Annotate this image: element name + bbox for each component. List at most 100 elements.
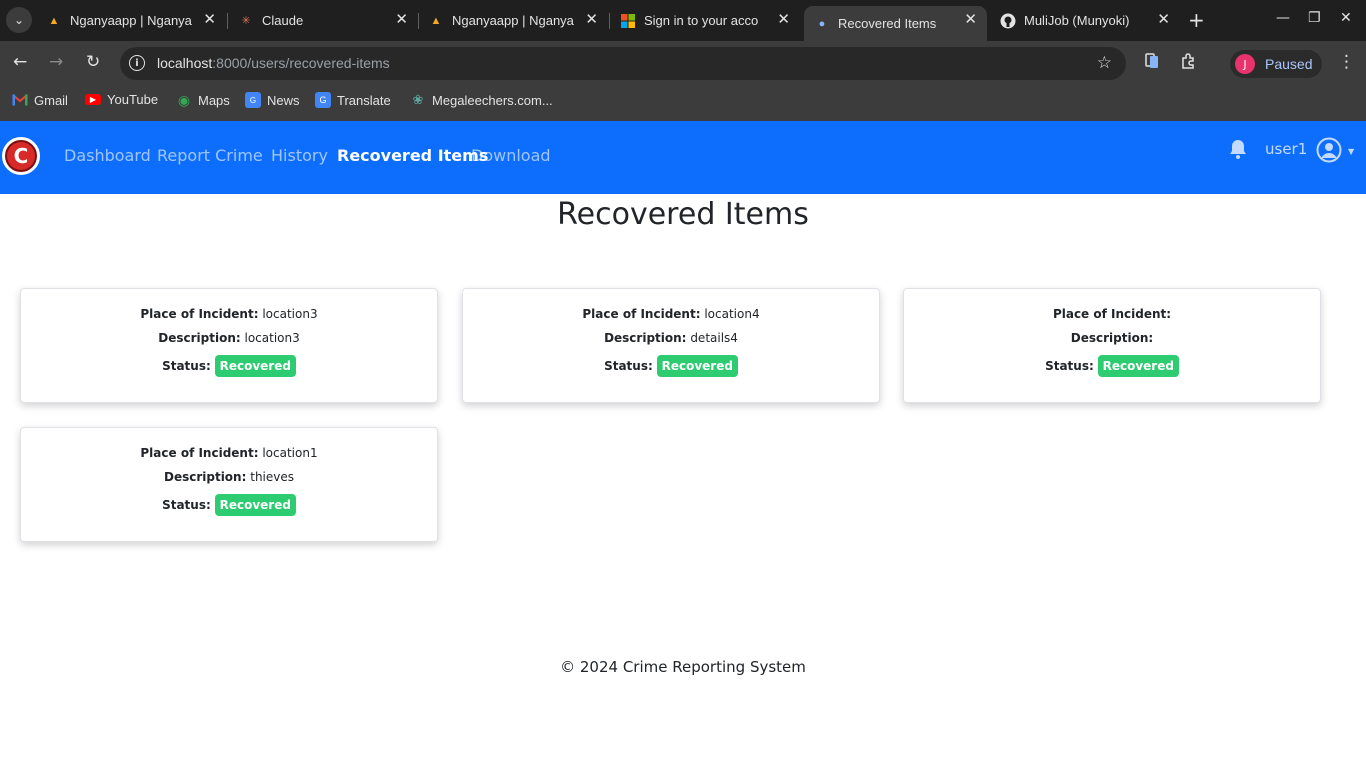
profile-button[interactable]: J Paused [1230, 50, 1322, 78]
browser-tab[interactable]: ▲ Nganyaapp | Nganya ✕ [428, 0, 608, 41]
close-icon[interactable]: ✕ [964, 12, 977, 28]
close-icon[interactable]: ✕ [203, 12, 216, 28]
nav-dashboard[interactable]: Dashboard [64, 146, 151, 165]
recovered-item-card: Place of Incident: Description: Status: … [903, 288, 1321, 403]
restore-icon[interactable]: ❐ [1308, 10, 1321, 26]
bookmark-label: News [267, 92, 300, 108]
place-row: Place of Incident: [904, 307, 1320, 321]
back-icon[interactable]: ← [13, 52, 27, 72]
nav-recovered-items[interactable]: Recovered Items [337, 146, 488, 165]
username[interactable]: user1 [1265, 140, 1307, 158]
url-path: :8000/users/recovered-items [212, 55, 390, 71]
nav-report-crime[interactable]: Report Crime [157, 146, 263, 165]
tab-divider [609, 13, 610, 29]
close-icon[interactable]: ✕ [395, 12, 408, 28]
status-badge: Recovered [214, 355, 296, 377]
tab-title: MuliJob (Munyoki) [1024, 13, 1130, 28]
description-label: Description: [1070, 331, 1154, 345]
status-badge: Recovered [656, 355, 738, 377]
description-value: location3 [244, 331, 300, 345]
description-row: Description: [904, 331, 1320, 345]
browser-menu-icon[interactable]: ⋮ [1338, 52, 1355, 72]
recovered-item-card: Place of Incident: location4 Description… [462, 288, 880, 403]
browser-tab[interactable]: Sign in to your acco ✕ [620, 0, 800, 41]
news-icon: G [245, 92, 261, 108]
claude-icon: ✳ [241, 15, 251, 27]
description-label: Description: [163, 470, 247, 484]
bookmark-translate[interactable]: G Translate [315, 92, 391, 108]
nav-download[interactable]: Download [471, 146, 551, 165]
browser-tab[interactable]: ▲ Nganyaapp | Nganya ✕ [46, 0, 226, 41]
place-value: location1 [262, 446, 318, 460]
recovered-item-card: Place of Incident: location1 Description… [20, 427, 438, 542]
address-bar[interactable]: i localhost:8000/users/recovered-items ☆ [120, 47, 1126, 80]
description-row: Description: details4 [463, 331, 879, 345]
reload-icon[interactable]: ↻ [86, 52, 100, 72]
status-label: Status: [162, 359, 211, 373]
status-row: Status: Recovered [21, 494, 437, 516]
tab-title: Claude [262, 13, 304, 28]
tab-divider [418, 13, 419, 29]
youtube-icon: ▶ [85, 94, 101, 105]
bookmark-megaleechers[interactable]: ❀ Megaleechers.com... [410, 92, 553, 108]
bookmark-label: Megaleechers.com... [432, 92, 553, 108]
description-row: Description: thieves [21, 470, 437, 484]
status-label: Status: [604, 359, 653, 373]
place-value: location3 [262, 307, 318, 321]
page-title: Recovered Items [557, 197, 809, 232]
place-value: location4 [704, 307, 760, 321]
description-value: details4 [690, 331, 738, 345]
bookmark-gmail[interactable]: Gmail [12, 92, 68, 108]
close-icon[interactable]: ✕ [585, 12, 598, 28]
tab-title: Nganyaapp | Nganya [452, 13, 574, 28]
description-value: thieves [250, 470, 294, 484]
chevron-down-icon[interactable]: ▼ [1348, 147, 1354, 156]
bookmark-youtube[interactable]: ▶ YouTube [85, 92, 158, 107]
place-label: Place of Incident: [140, 446, 259, 460]
site-info-icon[interactable]: i [129, 55, 145, 71]
status-row: Status: Recovered [463, 355, 879, 377]
url-host: localhost [157, 55, 213, 71]
nav-history[interactable]: History [271, 146, 328, 165]
reading-mode-icon[interactable] [1145, 53, 1159, 73]
extensions-icon[interactable] [1181, 53, 1197, 73]
github-icon [1000, 13, 1016, 29]
browser-toolbar: ← → ↻ i localhost:8000/users/recovered-i… [0, 41, 1366, 86]
crime-logo[interactable]: C [2, 137, 40, 175]
url-text: localhost:8000/users/recovered-items [157, 55, 390, 71]
profile-avatar: J [1235, 54, 1255, 74]
tab-title: Sign in to your acco [644, 13, 759, 28]
bell-icon[interactable] [1229, 139, 1247, 163]
megaleechers-icon: ❀ [412, 92, 424, 107]
browser-tab[interactable]: MuliJob (Munyoki) ✕ [1000, 0, 1180, 41]
tab-divider [227, 13, 228, 29]
microsoft-icon [620, 13, 636, 29]
user-avatar-icon[interactable] [1316, 137, 1342, 167]
bookmark-news[interactable]: G News [245, 92, 300, 108]
description-label: Description: [604, 331, 687, 345]
close-icon[interactable]: ✕ [1157, 12, 1170, 28]
tab-search-icon[interactable]: ⌄ [6, 7, 32, 33]
bookmark-star-icon[interactable]: ☆ [1097, 53, 1112, 73]
page-footer: © 2024 Crime Reporting System [560, 658, 806, 676]
browser-tab-active[interactable]: ● Recovered Items ✕ [804, 6, 987, 41]
new-tab-icon[interactable]: + [1188, 10, 1205, 30]
close-icon[interactable]: ✕ [777, 12, 790, 28]
bookmark-maps[interactable]: ◉ Maps [176, 92, 230, 108]
browser-tab-bar: ⌄ ▲ Nganyaapp | Nganya ✕ ✳ Claude ✕ ▲ Ng… [0, 0, 1366, 41]
description-label: Description: [158, 331, 241, 345]
forward-icon[interactable]: → [49, 52, 63, 72]
bookmarks-bar: Gmail ▶ YouTube ◉ Maps G News G Translat… [0, 86, 1366, 121]
place-label: Place of Incident: [1052, 307, 1172, 321]
app-navbar: C Dashboard Report Crime History Recover… [0, 121, 1366, 194]
browser-tab[interactable]: ✳ Claude ✕ [238, 0, 418, 41]
window-close-icon[interactable]: ✕ [1340, 10, 1352, 26]
minimize-icon[interactable]: — [1276, 10, 1290, 26]
tab-title: Recovered Items [838, 16, 937, 31]
bookmark-label: Gmail [34, 92, 68, 108]
status-badge: Recovered [1097, 355, 1179, 377]
nganya-icon: ▲ [430, 14, 442, 27]
translate-icon: G [315, 92, 331, 108]
bookmark-label: Translate [337, 92, 391, 108]
user-icon: ● [818, 17, 826, 30]
